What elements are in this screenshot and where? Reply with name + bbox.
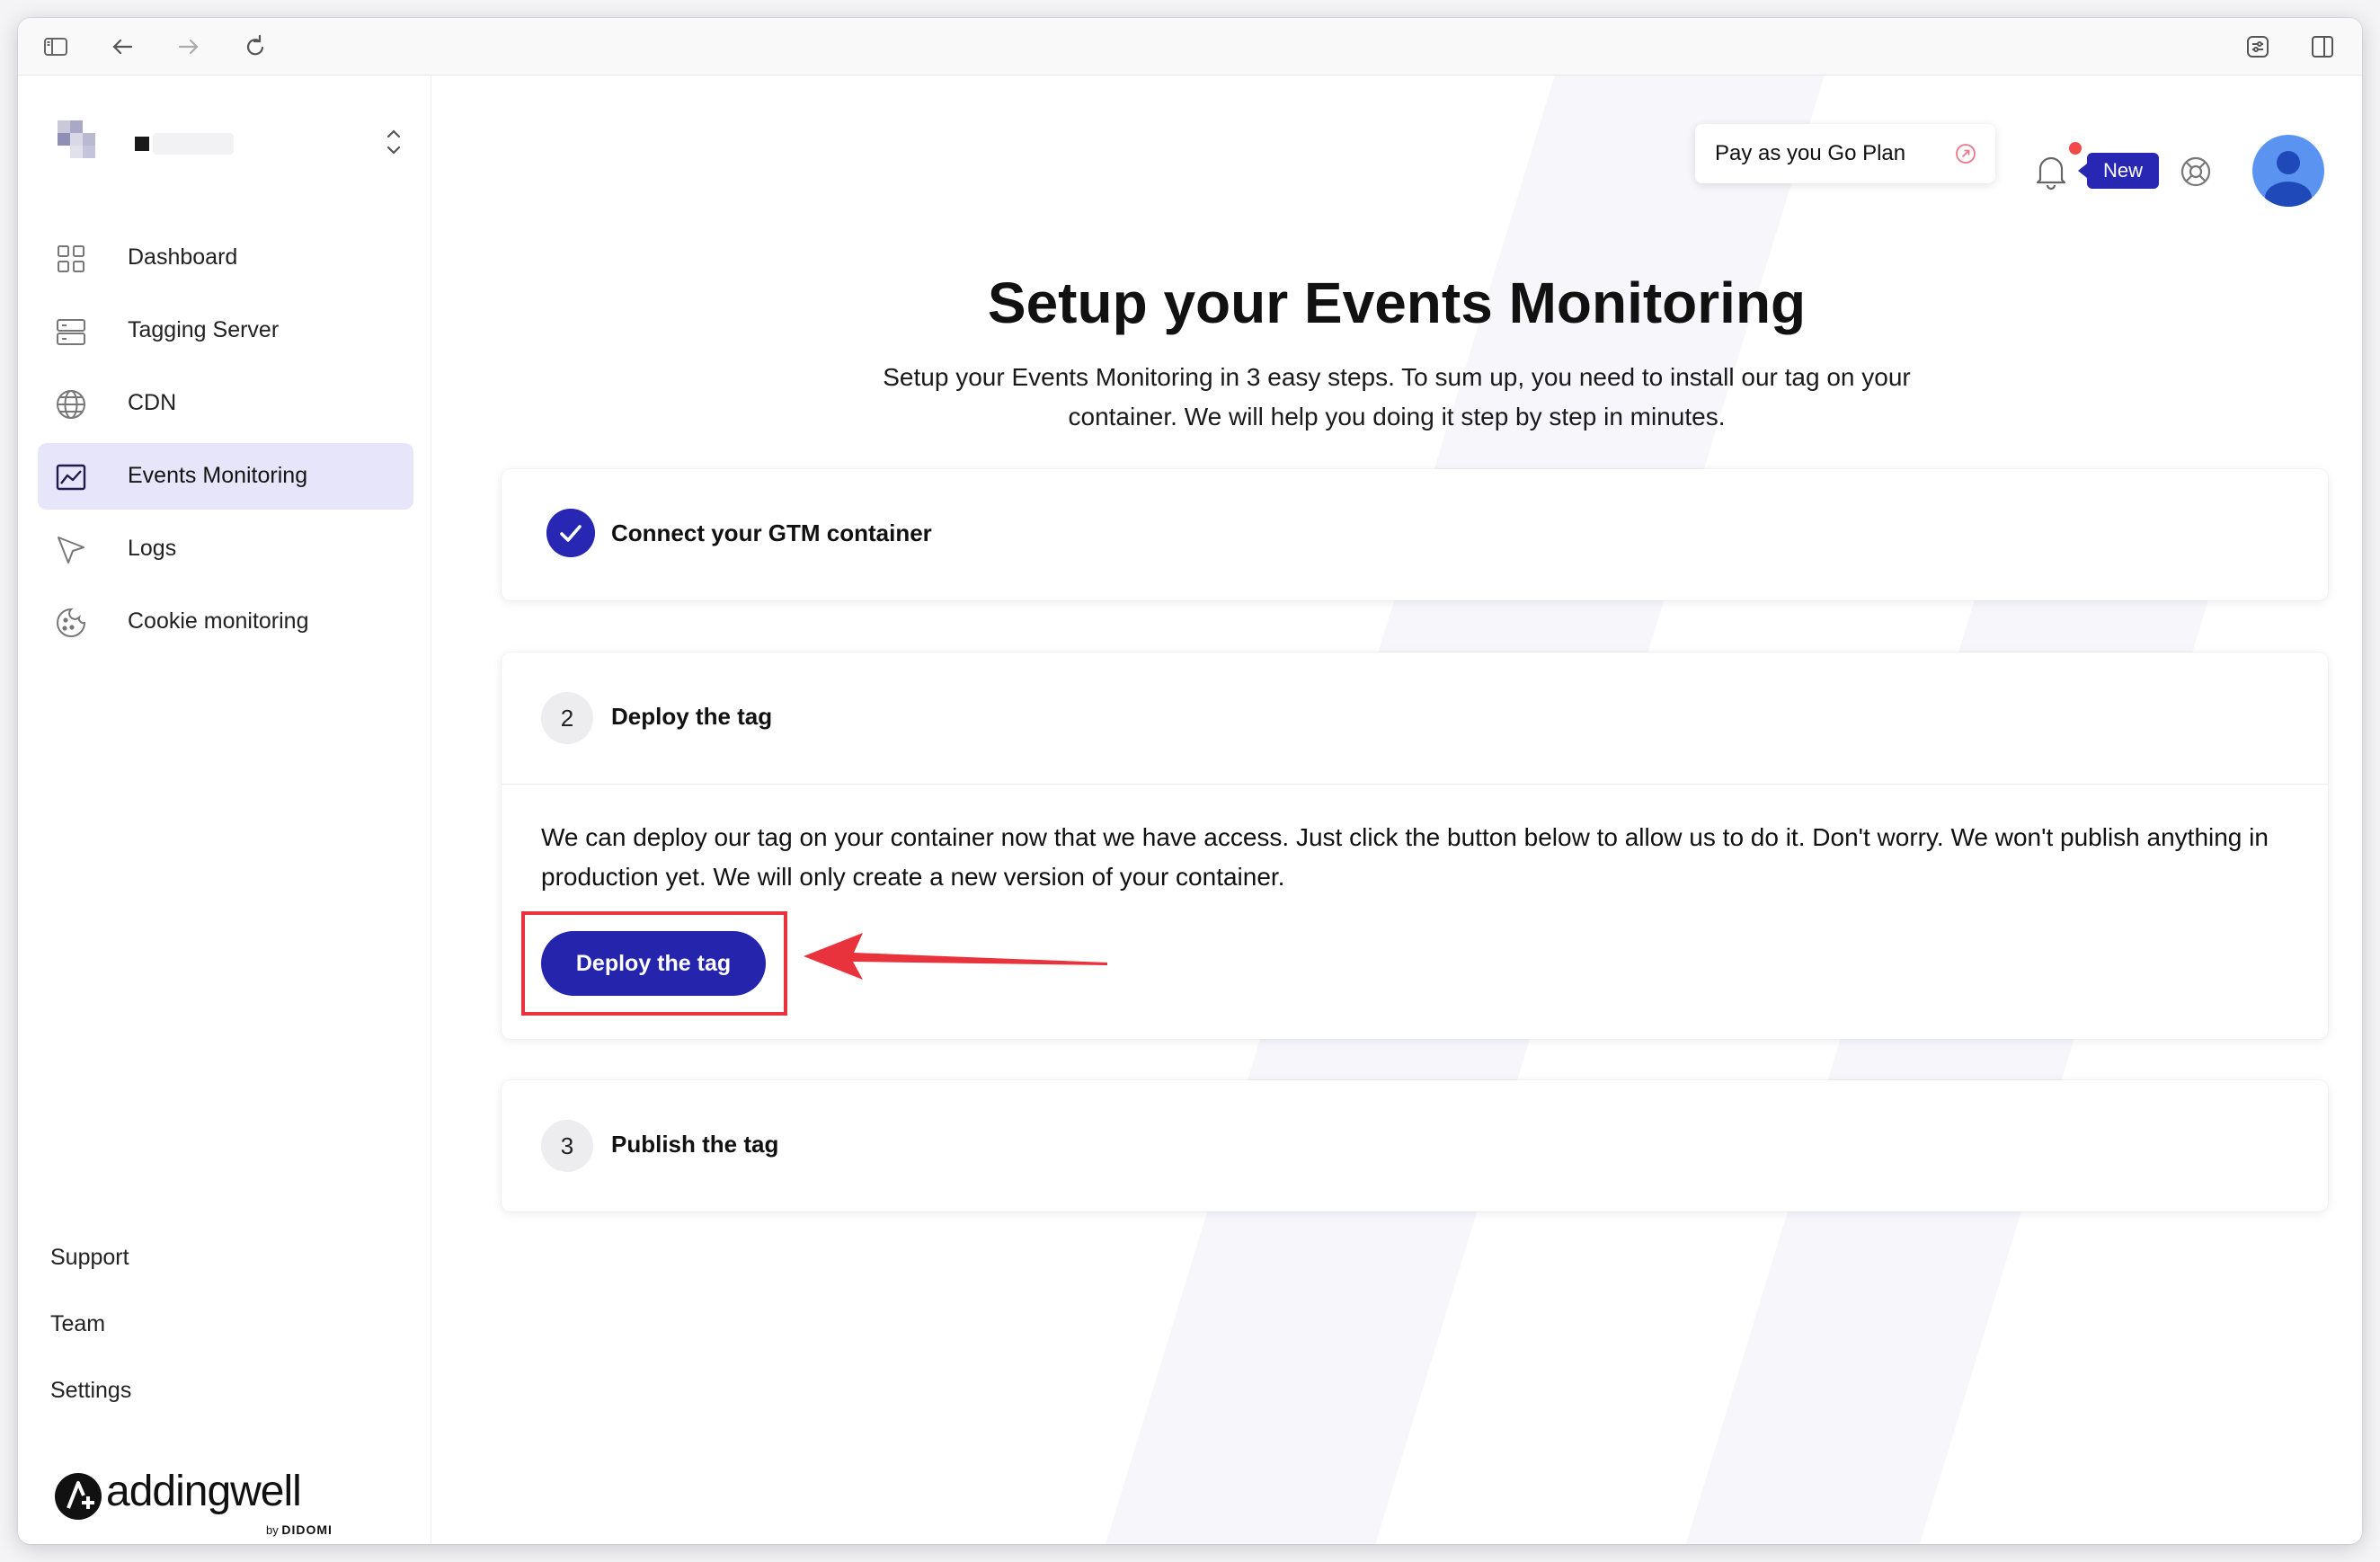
sidebar-item-label: Dashboard (128, 244, 238, 270)
step-label: Deploy the tag (611, 703, 773, 730)
sidebar-item-label: Logs (128, 536, 177, 561)
brand-byline: by DIDOMI (266, 1522, 333, 1537)
sidebar-item-dashboard[interactable]: Dashboard (38, 225, 413, 291)
sidebar-bottom-links: Support Team Settings (50, 1244, 131, 1443)
sidebar-item-label: Cookie monitoring (128, 608, 309, 634)
deploy-tag-button[interactable]: Deploy the tag (541, 931, 766, 996)
step-card-1[interactable]: Connect your GTM container (502, 469, 2328, 600)
brand-name: addingwell (106, 1468, 302, 1515)
sidebar-item-label: Events Monitoring (128, 463, 308, 488)
new-badge[interactable]: New (2078, 153, 2159, 189)
step-label: Connect your GTM container (611, 519, 932, 546)
addingwell-logo-icon (55, 1473, 102, 1520)
cursor-icon (58, 537, 84, 564)
globe-icon (57, 390, 85, 419)
support-link[interactable]: Support (50, 1244, 131, 1310)
forward-arrow-icon[interactable] (173, 31, 205, 63)
settings-link[interactable]: Settings (50, 1377, 131, 1443)
step-card-2: 2 Deploy the tag We can deploy our tag o… (502, 652, 2328, 1039)
browser-toolbar (18, 18, 2362, 75)
check-circle-icon (546, 509, 595, 557)
sidebar-item-cdn[interactable]: CDN (38, 370, 413, 437)
team-link[interactable]: Team (50, 1310, 131, 1377)
back-arrow-icon[interactable] (106, 31, 138, 63)
step-label: Publish the tag (611, 1131, 779, 1158)
reload-icon[interactable] (239, 31, 271, 63)
bell-icon[interactable] (2033, 151, 2069, 191)
page-subtitle: Setup your Events Monitoring in 3 easy s… (883, 363, 1911, 430)
sidebar-toggle-icon[interactable] (40, 31, 72, 63)
lifebuoy-help-icon[interactable] (2179, 155, 2213, 189)
plan-button[interactable]: Pay as you Go Plan (1695, 124, 1995, 183)
sidebar: Dashboard Tagging Server CDN Events Moni… (18, 75, 431, 1544)
split-view-icon[interactable] (2306, 31, 2339, 63)
sidebar-nav: Dashboard Tagging Server CDN Events Moni… (38, 225, 413, 661)
chart-icon (56, 464, 86, 491)
sidebar-item-label: CDN (128, 390, 177, 415)
sidebar-item-label: Tagging Server (128, 317, 280, 342)
browser-window: Dashboard Tagging Server CDN Events Moni… (18, 18, 2362, 1544)
divider (502, 784, 2328, 785)
workspace-name-blur (153, 133, 234, 155)
sidebar-item-tagging-server[interactable]: Tagging Server (38, 297, 413, 364)
sidebar-item-logs[interactable]: Logs (38, 516, 413, 582)
server-icon (57, 319, 85, 345)
sidebar-item-cookie-monitoring[interactable]: Cookie monitoring (38, 589, 413, 655)
user-avatar[interactable] (2252, 135, 2324, 207)
workspace-switcher[interactable] (58, 111, 417, 165)
grid-icon (58, 245, 84, 272)
plan-label: Pay as you Go Plan (1715, 141, 1906, 165)
step-header: Connect your GTM container (502, 469, 2328, 600)
annotation-arrow-icon (804, 933, 1107, 980)
step-header: 2 Deploy the tag (502, 652, 2328, 784)
brand-logo: addingwell by DIDOMI (54, 1467, 342, 1539)
cookie-icon (57, 608, 86, 637)
sidebar-item-events-monitoring[interactable]: Events Monitoring (38, 443, 413, 510)
step-number: 2 (541, 692, 593, 744)
chevron-up-down-icon[interactable] (381, 122, 406, 162)
page-title: Setup your Events Monitoring (987, 271, 1807, 335)
extensions-icon[interactable] (2242, 31, 2274, 63)
step-description: We can deploy our tag on your container … (541, 823, 2269, 891)
step-number: 3 (541, 1120, 593, 1172)
user-icon (2265, 151, 2312, 207)
step-header: 3 Publish the tag (502, 1080, 2328, 1211)
workspace-name-redacted (135, 137, 149, 151)
step-card-3[interactable]: 3 Publish the tag (502, 1080, 2328, 1211)
main-content: Pay as you Go Plan New Setup your Events… (431, 75, 2362, 1544)
notification-dot (2069, 142, 2082, 155)
workspace-logo (58, 120, 101, 164)
external-link-icon (1956, 144, 1976, 164)
